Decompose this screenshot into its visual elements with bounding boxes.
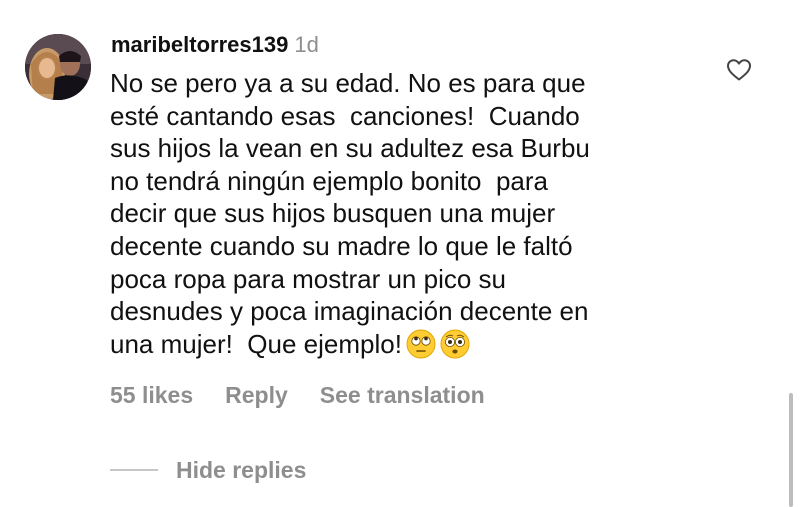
- divider: [110, 469, 158, 471]
- avatar-photo: [25, 34, 91, 100]
- face-with-rolling-eyes-emoji: [406, 329, 436, 367]
- heart-outline-icon: [727, 59, 751, 81]
- avatar[interactable]: [25, 34, 91, 100]
- comment-header: maribeltorres139 1d: [111, 30, 319, 60]
- comment-timestamp: 1d: [294, 32, 319, 57]
- comment-last-line: una mujer! Que ejemplo!: [110, 328, 690, 367]
- hide-replies-label: Hide replies: [176, 457, 307, 483]
- comment-line: decente cuando su madre lo que le faltó: [110, 230, 573, 261]
- comment-line: desnudes y poca imaginación decente en: [110, 296, 589, 327]
- hide-replies-button[interactable]: Hide replies: [110, 455, 306, 485]
- likes-count[interactable]: 55 likes: [110, 382, 193, 408]
- like-button[interactable]: [726, 58, 752, 82]
- flushed-face-emoji: [440, 329, 470, 367]
- comment-line: poca ropa para mostrar un pico su: [110, 263, 506, 294]
- reply-button[interactable]: Reply: [225, 382, 288, 408]
- comment-line: decir que sus hijos busquen una mujer: [110, 198, 556, 229]
- comment-line: una mujer! Que ejemplo!: [110, 328, 402, 359]
- comment-line: esté cantando esas canciones! Cuando: [110, 100, 580, 131]
- scrollbar[interactable]: [789, 393, 793, 507]
- comment-line: no tendrá ningún ejemplo bonito para: [110, 165, 548, 196]
- comment-line: No se pero ya a su edad. No es para que: [110, 68, 586, 98]
- comment-line: sus hijos la vean en su adultez esa Burb…: [110, 133, 590, 164]
- comment: maribeltorres139 1d No se pero ya a su ed…: [0, 0, 800, 507]
- username[interactable]: maribeltorres139: [111, 32, 288, 57]
- comment-actions: 55 likes Reply See translation: [110, 380, 485, 410]
- comment-text: No se pero ya a su edad. No es para que …: [110, 67, 690, 366]
- see-translation-button[interactable]: See translation: [320, 382, 485, 408]
